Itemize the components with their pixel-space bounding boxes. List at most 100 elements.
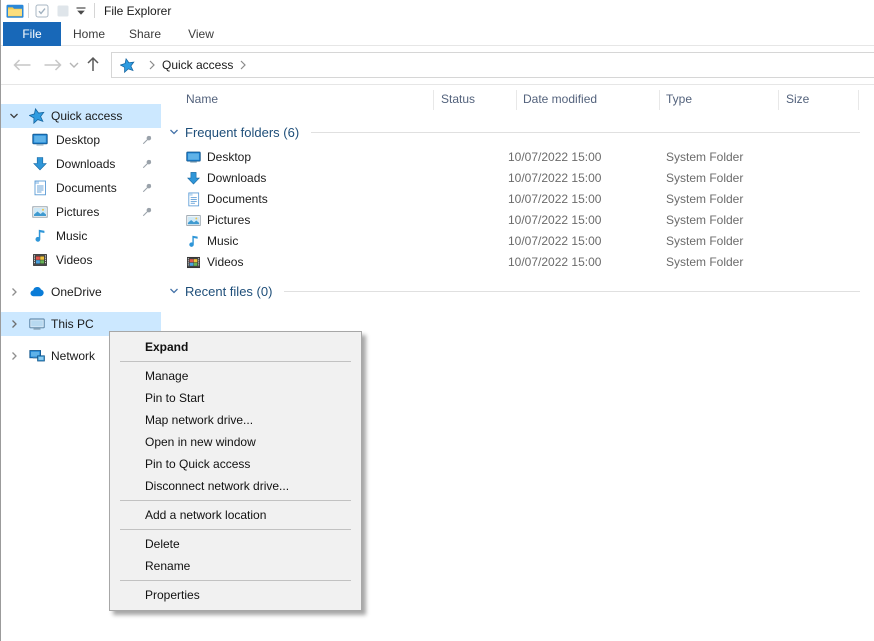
file-name: Pictures xyxy=(207,210,250,231)
pin-icon xyxy=(141,206,153,218)
sidebar-item-label: Documents xyxy=(56,176,117,200)
breadcrumb-chevron-icon[interactable] xyxy=(240,60,246,70)
titlebar-separator xyxy=(28,3,29,18)
column-header-size[interactable]: Size xyxy=(786,85,809,113)
chevron-down-icon[interactable] xyxy=(169,127,179,137)
column-divider[interactable] xyxy=(516,90,517,110)
sidebar-item-label: This PC xyxy=(51,312,94,336)
group-header-rule xyxy=(311,132,860,133)
file-name: Videos xyxy=(207,252,243,273)
chevron-right-icon[interactable] xyxy=(9,287,19,297)
column-header-date-modified[interactable]: Date modified xyxy=(523,85,597,113)
group-header-recent-files[interactable]: Recent files (0) xyxy=(164,281,860,301)
file-row-music[interactable]: Music 10/07/2022 15:00 System Folder xyxy=(164,231,874,252)
chevron-right-icon[interactable] xyxy=(9,351,19,361)
menu-item-map-network-drive[interactable]: Map network drive... xyxy=(110,409,361,431)
chevron-down-icon[interactable] xyxy=(9,111,19,121)
menu-item-open-in-new-window[interactable]: Open in new window xyxy=(110,431,361,453)
file-type: System Folder xyxy=(666,189,743,210)
menu-item-properties[interactable]: Properties xyxy=(110,584,361,606)
up-icon[interactable] xyxy=(86,56,100,72)
this-pc-monitor-icon xyxy=(29,316,45,332)
menu-item-manage[interactable]: Manage xyxy=(110,365,361,387)
date-modified: 10/07/2022 15:00 xyxy=(508,252,601,273)
sidebar-item-onedrive[interactable]: OneDrive xyxy=(1,280,161,304)
file-explorer-icon xyxy=(6,3,24,19)
chevron-right-icon[interactable] xyxy=(9,319,19,329)
file-name: Documents xyxy=(207,189,268,210)
titlebar-separator xyxy=(94,3,95,18)
group-header-label: Recent files (0) xyxy=(185,284,272,299)
pictures-icon xyxy=(186,213,201,228)
tab-view[interactable]: View xyxy=(173,22,229,46)
column-header-status[interactable]: Status xyxy=(441,85,475,113)
file-row-desktop[interactable]: Desktop 10/07/2022 15:00 System Folder xyxy=(164,147,874,168)
videos-icon xyxy=(32,252,48,268)
column-divider[interactable] xyxy=(659,90,660,110)
tab-file[interactable]: File xyxy=(3,22,61,46)
properties-icon[interactable] xyxy=(35,4,49,18)
sidebar-item-label: Videos xyxy=(56,248,92,272)
menu-item-rename[interactable]: Rename xyxy=(110,555,361,577)
network-icon xyxy=(29,348,45,364)
file-row-videos[interactable]: Videos 10/07/2022 15:00 System Folder xyxy=(164,252,874,273)
column-header-type[interactable]: Type xyxy=(666,85,692,113)
file-type: System Folder xyxy=(666,210,743,231)
sidebar-item-music[interactable]: Music xyxy=(1,224,161,248)
column-divider[interactable] xyxy=(433,90,434,110)
title-bar: File Explorer xyxy=(1,0,874,22)
music-icon xyxy=(186,234,201,249)
file-row-documents[interactable]: Documents 10/07/2022 15:00 System Folder xyxy=(164,189,874,210)
documents-icon xyxy=(32,180,48,196)
sidebar-item-downloads[interactable]: Downloads xyxy=(1,152,161,176)
menu-item-expand[interactable]: Expand xyxy=(110,336,361,358)
tab-home[interactable]: Home xyxy=(61,22,117,46)
desktop-icon xyxy=(186,150,201,165)
column-divider[interactable] xyxy=(858,90,859,110)
menu-item-add-a-network-location[interactable]: Add a network location xyxy=(110,504,361,526)
back-icon[interactable] xyxy=(13,59,31,71)
address-bar[interactable]: Quick access xyxy=(111,52,874,78)
navigation-bar: Quick access xyxy=(1,46,874,85)
date-modified: 10/07/2022 15:00 xyxy=(508,189,601,210)
sidebar-item-documents[interactable]: Documents xyxy=(1,176,161,200)
menu-item-pin-to-start[interactable]: Pin to Start xyxy=(110,387,361,409)
forward-icon[interactable] xyxy=(44,59,62,71)
sidebar-item-quick-access[interactable]: Quick access xyxy=(1,104,161,128)
new-folder-icon[interactable] xyxy=(56,4,70,18)
column-header-name[interactable]: Name xyxy=(186,85,218,113)
pictures-icon xyxy=(32,204,48,220)
group-header-label: Frequent folders (6) xyxy=(185,125,299,140)
sidebar-item-pictures[interactable]: Pictures xyxy=(1,200,161,224)
sidebar-item-label: Pictures xyxy=(56,200,99,224)
file-row-pictures[interactable]: Pictures 10/07/2022 15:00 System Folder xyxy=(164,210,874,231)
sidebar-item-label: Desktop xyxy=(56,128,100,152)
group-header-frequent-folders[interactable]: Frequent folders (6) xyxy=(164,122,860,142)
sidebar-item-label: Quick access xyxy=(51,104,122,128)
group-header-rule xyxy=(284,291,860,292)
column-divider[interactable] xyxy=(778,90,779,110)
context-menu: Expand Manage Pin to Start Map network d… xyxy=(109,331,362,611)
chevron-down-icon[interactable] xyxy=(169,286,179,296)
breadcrumb-location[interactable]: Quick access xyxy=(162,58,233,72)
breadcrumb-chevron-icon[interactable] xyxy=(149,60,155,70)
menu-item-disconnect-network-drive[interactable]: Disconnect network drive... xyxy=(110,475,361,497)
tab-share[interactable]: Share xyxy=(117,22,173,46)
documents-icon xyxy=(186,192,201,207)
sidebar-item-desktop[interactable]: Desktop xyxy=(1,128,161,152)
file-row-downloads[interactable]: Downloads 10/07/2022 15:00 System Folder xyxy=(164,168,874,189)
file-type: System Folder xyxy=(666,168,743,189)
menu-item-delete[interactable]: Delete xyxy=(110,533,361,555)
file-type: System Folder xyxy=(666,252,743,273)
date-modified: 10/07/2022 15:00 xyxy=(508,168,601,189)
pin-icon xyxy=(141,182,153,194)
recent-locations-chevron-icon[interactable] xyxy=(69,62,79,68)
ribbon-tab-bar: File Home Share View xyxy=(1,22,874,46)
file-type: System Folder xyxy=(666,147,743,168)
music-icon xyxy=(32,228,48,244)
menu-item-pin-to-quick-access[interactable]: Pin to Quick access xyxy=(110,453,361,475)
file-type: System Folder xyxy=(666,231,743,252)
customize-qat-dropdown-icon[interactable] xyxy=(76,7,86,16)
sidebar-item-videos[interactable]: Videos xyxy=(1,248,161,272)
menu-separator xyxy=(120,500,351,501)
